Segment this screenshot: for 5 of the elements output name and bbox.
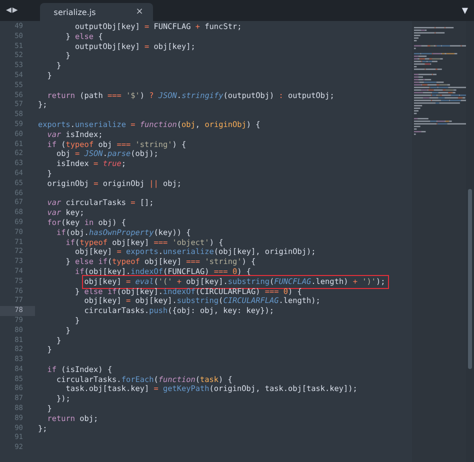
dropdown-icon[interactable]: ▼ <box>462 6 468 15</box>
close-icon[interactable]: × <box>136 7 144 17</box>
file-tab[interactable]: serialize.js × <box>40 3 154 21</box>
scrollbar-thumb[interactable] <box>468 189 472 369</box>
scrollbar-track[interactable] <box>466 21 474 462</box>
